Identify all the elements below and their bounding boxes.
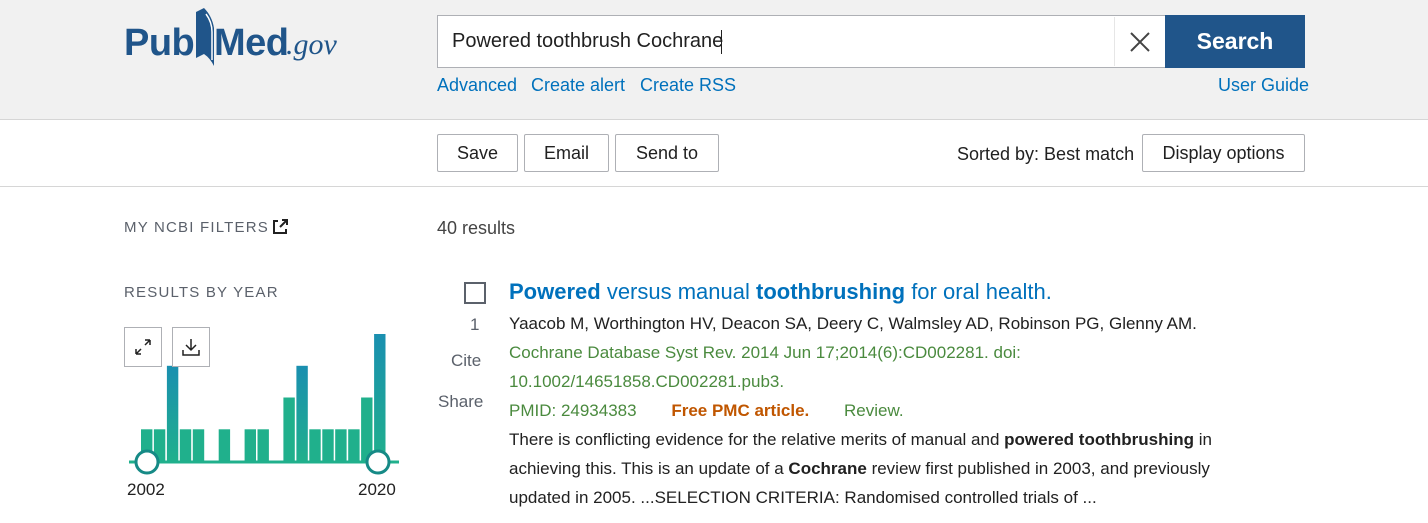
year-bar-2015[interactable] — [309, 429, 321, 462]
logo-gov: .gov — [286, 28, 337, 61]
results-by-year-heading: RESULTS BY YEAR — [124, 284, 279, 301]
snippet-text: powered — [1004, 430, 1075, 449]
expand-icon — [135, 339, 151, 355]
year-bar-2006[interactable] — [192, 429, 205, 462]
year-bar-2010[interactable] — [244, 429, 256, 462]
pubmed-logo[interactable]: Pub Med .gov — [124, 8, 354, 72]
result-citation-line1: Cochrane Database Syst Rev. 2014 Jun 17;… — [509, 343, 1021, 362]
snippet-text: toothbrushing — [1078, 430, 1194, 449]
result-title-part: for oral health. — [905, 279, 1052, 304]
result-authors: Yaacob M, Worthington HV, Deacon SA, Dee… — [509, 314, 1197, 333]
year-bar-2008[interactable] — [218, 429, 231, 462]
user-guide-link[interactable]: User Guide — [1218, 75, 1309, 96]
clear-search-button[interactable] — [1114, 17, 1165, 66]
year-bar-2004[interactable] — [166, 365, 179, 462]
close-icon — [1130, 31, 1150, 52]
text-caret — [721, 30, 722, 54]
my-ncbi-filters-heading[interactable]: MY NCBI FILTERS — [124, 219, 269, 236]
snippet-text: updated in 2005. ...SELECTION CRITERIA: … — [509, 488, 1097, 507]
create-alert-link[interactable]: Create alert — [531, 75, 625, 96]
snippet-text: review first published in 2003, and prev… — [866, 459, 1210, 478]
snippet-text: There is conflicting evidence for the re… — [509, 430, 1005, 449]
year-end-handle[interactable] — [365, 449, 391, 475]
search-button[interactable]: Search — [1165, 15, 1305, 68]
cite-button[interactable]: Cite — [451, 351, 481, 371]
year-start-label: 2002 — [127, 480, 165, 499]
save-button[interactable]: Save — [437, 134, 518, 172]
results-toolbar: Save Email Send to Sorted by: Best match… — [0, 120, 1428, 187]
year-bar-2019[interactable] — [361, 397, 373, 462]
search-input[interactable] — [438, 16, 1114, 67]
year-bar-2014[interactable] — [296, 365, 308, 462]
year-bar-2018[interactable] — [348, 429, 360, 462]
download-icon — [182, 339, 200, 356]
result-number: 1 — [470, 315, 480, 334]
year-bar-2016[interactable] — [322, 429, 334, 462]
create-rss-link[interactable]: Create RSS — [640, 75, 736, 96]
logo-med: Med — [214, 22, 289, 64]
year-start-handle[interactable] — [134, 449, 160, 475]
year-bar-2017[interactable] — [335, 429, 347, 462]
year-bar-2020[interactable] — [374, 334, 386, 461]
result-checkbox[interactable] — [464, 282, 486, 304]
year-bar-2005[interactable] — [179, 429, 192, 462]
results-count: 40 results — [437, 218, 516, 238]
free-pmc-badge: Free PMC article. — [671, 401, 810, 420]
external-link-icon[interactable] — [271, 218, 289, 236]
logo-pub: Pub — [124, 22, 195, 64]
snippet-text: Cochrane — [788, 459, 867, 478]
download-chart-button[interactable] — [172, 327, 210, 367]
send-to-button[interactable]: Send to — [615, 134, 719, 172]
advanced-link[interactable]: Advanced — [437, 75, 517, 96]
result-meta-row: PMID: 24934383 Free PMC article. Review. — [509, 401, 904, 421]
result-title-part: Powered — [509, 279, 601, 304]
snippet-text: achieving this. This is an update of a — [509, 459, 789, 478]
result-title-part: versus manual — [600, 279, 756, 304]
snippet-line: There is conflicting evidence for the re… — [509, 430, 1212, 450]
snippet-text: in — [1193, 430, 1212, 449]
email-button[interactable]: Email — [524, 134, 609, 172]
results-by-year-chart[interactable] — [124, 320, 404, 475]
result-title-link[interactable]: Powered versus manual toothbrushing for … — [509, 279, 1052, 305]
snippet-line: updated in 2005. ...SELECTION CRITERIA: … — [509, 488, 1097, 508]
year-end-label: 2020 — [358, 480, 396, 499]
snippet-line: achieving this. This is an update of a C… — [509, 459, 1210, 479]
result-pmid: PMID: 24934383 — [509, 401, 637, 420]
header: Pub Med .gov Search Advanced Create aler… — [0, 0, 1428, 120]
year-bar-2013[interactable] — [283, 397, 295, 462]
expand-chart-button[interactable] — [124, 327, 162, 367]
result-citation-line2: 10.1002/14651858.CD002281.pub3. — [509, 372, 785, 391]
result-title-part: toothbrushing — [756, 279, 906, 304]
article-type-badge: Review. — [844, 401, 904, 420]
share-button[interactable]: Share — [438, 392, 483, 412]
sort-label[interactable]: Sorted by: Best match — [957, 144, 1134, 165]
display-options-button[interactable]: Display options — [1142, 134, 1305, 172]
year-bar-2011[interactable] — [257, 429, 269, 462]
search-box — [437, 15, 1166, 68]
